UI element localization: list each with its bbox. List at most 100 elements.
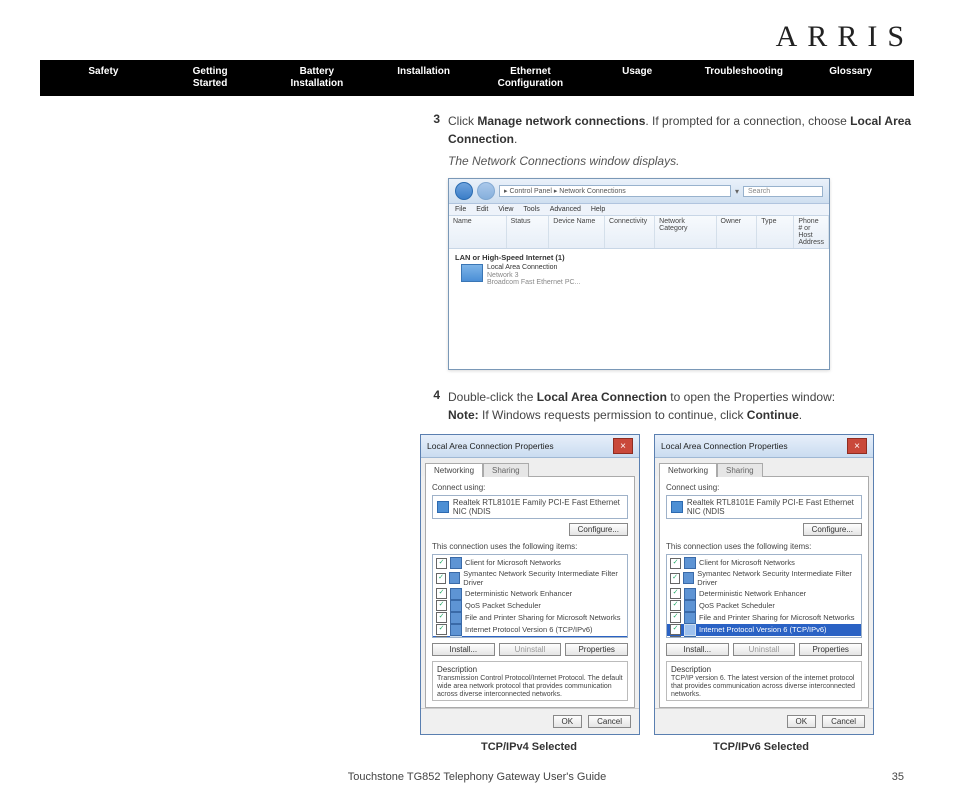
list-item: ✓QoS Packet Scheduler (667, 600, 861, 612)
ok-button[interactable]: OK (553, 715, 583, 728)
dialog-footer: OK Cancel (655, 708, 873, 734)
nav-getting-started[interactable]: Getting Started (157, 66, 264, 90)
uninstall-button[interactable]: Uninstall (733, 643, 796, 656)
items-list[interactable]: ✓Client for Microsoft Networks ✓Symantec… (432, 554, 628, 638)
col-owner[interactable]: Owner (717, 216, 758, 248)
dialog-titlebar: Local Area Connection Properties × (421, 435, 639, 458)
list-item: ✓Internet Protocol Version 6 (TCP/IPv6) (433, 624, 627, 636)
connect-using-label: Connect using: (432, 483, 628, 492)
step-3-caption: The Network Connections window displays. (448, 154, 914, 168)
list-item-selected: ✓Internet Protocol Version 4 (TCP/IPv4) (433, 636, 627, 638)
close-icon[interactable]: × (613, 438, 633, 454)
close-icon[interactable]: × (847, 438, 867, 454)
menu-tools[interactable]: Tools (523, 206, 539, 213)
tab-sharing[interactable]: Sharing (717, 463, 763, 477)
lan-connection-item[interactable]: Local Area Connection Network 3 Broadcom… (455, 264, 823, 287)
window-body: LAN or High-Speed Internet (1) Local Are… (449, 249, 829, 369)
col-connectivity[interactable]: Connectivity (605, 216, 655, 248)
step-number: 4 (420, 388, 440, 424)
tab-networking[interactable]: Networking (659, 463, 717, 477)
properties-button[interactable]: Properties (799, 643, 862, 656)
col-phone[interactable]: Phone # or Host Address (794, 216, 829, 248)
window-titlebar: ▸ Control Panel ▸ Network Connections ▾ … (449, 179, 829, 204)
col-status[interactable]: Status (507, 216, 550, 248)
cancel-button[interactable]: Cancel (588, 715, 631, 728)
nic-icon (671, 501, 683, 513)
nav-usage[interactable]: Usage (584, 66, 691, 90)
menu-edit[interactable]: Edit (476, 206, 488, 213)
back-icon[interactable] (455, 182, 473, 200)
items-label: This connection uses the following items… (432, 542, 628, 551)
menu-view[interactable]: View (498, 206, 513, 213)
dialog-panel: Connect using: Realtek RTL8101E Family P… (425, 476, 635, 708)
list-item: ✓Deterministic Network Enhancer (433, 588, 627, 600)
nav-safety[interactable]: Safety (50, 66, 157, 90)
ok-button[interactable]: OK (787, 715, 817, 728)
caption-ipv4: TCP/IPv4 Selected (420, 741, 638, 753)
lan-properties-dialog-ipv6: Local Area Connection Properties × Netwo… (654, 434, 874, 735)
configure-button[interactable]: Configure... (569, 523, 628, 536)
window-menu: File Edit View Tools Advanced Help (449, 204, 829, 216)
top-nav: Safety Getting Started Battery Installat… (40, 60, 914, 96)
list-item: ✓QoS Packet Scheduler (433, 600, 627, 612)
nic-icon (437, 501, 449, 513)
list-item: ✓Deterministic Network Enhancer (667, 588, 861, 600)
address-bar[interactable]: ▸ Control Panel ▸ Network Connections (499, 185, 731, 197)
nic-field[interactable]: Realtek RTL8101E Family PCI-E Fast Ether… (432, 495, 628, 519)
install-button[interactable]: Install... (432, 643, 495, 656)
menu-help[interactable]: Help (591, 206, 605, 213)
properties-button[interactable]: Properties (565, 643, 628, 656)
nav-battery-installation[interactable]: Battery Installation (264, 66, 371, 90)
nav-glossary[interactable]: Glossary (797, 66, 904, 90)
configure-button[interactable]: Configure... (803, 523, 862, 536)
menu-file[interactable]: File (455, 206, 466, 213)
category-label: LAN or High-Speed Internet (1) (455, 253, 823, 262)
step-number: 3 (420, 112, 440, 148)
list-item-selected: ✓Internet Protocol Version 6 (TCP/IPv6) (667, 624, 861, 636)
tab-sharing[interactable]: Sharing (483, 463, 529, 477)
forward-icon[interactable] (477, 182, 495, 200)
caption-ipv6: TCP/IPv6 Selected (652, 741, 870, 753)
list-item: ✓File and Printer Sharing for Microsoft … (433, 612, 627, 624)
network-connections-window: ▸ Control Panel ▸ Network Connections ▾ … (448, 178, 830, 370)
install-button[interactable]: Install... (666, 643, 729, 656)
description-box: Description TCP/IP version 6. The latest… (666, 661, 862, 701)
connect-using-label: Connect using: (666, 483, 862, 492)
tab-networking[interactable]: Networking (425, 463, 483, 477)
dialog-titlebar: Local Area Connection Properties × (655, 435, 873, 458)
dialog-panel: Connect using: Realtek RTL8101E Family P… (659, 476, 869, 708)
step-3: 3 Click Manage network connections. If p… (420, 112, 914, 148)
dialog-tabs: Networking Sharing (421, 458, 639, 476)
page-content: 3 Click Manage network connections. If p… (420, 112, 914, 753)
items-list[interactable]: ✓Client for Microsoft Networks ✓Symantec… (666, 554, 862, 638)
properties-dialogs: Local Area Connection Properties × Netwo… (420, 434, 914, 735)
list-item: ✓Symantec Network Security Intermediate … (667, 569, 861, 588)
column-headers: Name Status Device Name Connectivity Net… (449, 216, 829, 249)
items-label: This connection uses the following items… (666, 542, 862, 551)
nav-troubleshooting[interactable]: Troubleshooting (691, 66, 798, 90)
uninstall-button[interactable]: Uninstall (499, 643, 562, 656)
nic-field[interactable]: Realtek RTL8101E Family PCI-E Fast Ether… (666, 495, 862, 519)
step-4: 4 Double-click the Local Area Connection… (420, 388, 914, 424)
col-category[interactable]: Network Category (655, 216, 716, 248)
description-box: Description Transmission Control Protoco… (432, 661, 628, 701)
col-name[interactable]: Name (449, 216, 507, 248)
nav-installation[interactable]: Installation (370, 66, 477, 90)
menu-advanced[interactable]: Advanced (550, 206, 581, 213)
page-footer: Touchstone TG852 Telephony Gateway User'… (40, 771, 914, 783)
dialog-tabs: Networking Sharing (655, 458, 873, 476)
list-item: ✓Internet Protocol Version 4 (TCP/IPv4) (667, 636, 861, 638)
list-item: ✓Client for Microsoft Networks (433, 557, 627, 569)
search-field[interactable]: Search (743, 186, 823, 197)
col-type[interactable]: Type (757, 216, 794, 248)
list-item: ✓Symantec Network Security Intermediate … (433, 569, 627, 588)
nav-ethernet-configuration[interactable]: Ethernet Configuration (477, 66, 584, 90)
col-device[interactable]: Device Name (549, 216, 605, 248)
footer-title: Touchstone TG852 Telephony Gateway User'… (348, 771, 607, 783)
cancel-button[interactable]: Cancel (822, 715, 865, 728)
step-text: Click Manage network connections. If pro… (448, 112, 914, 148)
lan-properties-dialog-ipv4: Local Area Connection Properties × Netwo… (420, 434, 640, 735)
brand-logo: ARRIS (40, 20, 914, 54)
network-adapter-icon (461, 264, 483, 282)
dialog-footer: OK Cancel (421, 708, 639, 734)
